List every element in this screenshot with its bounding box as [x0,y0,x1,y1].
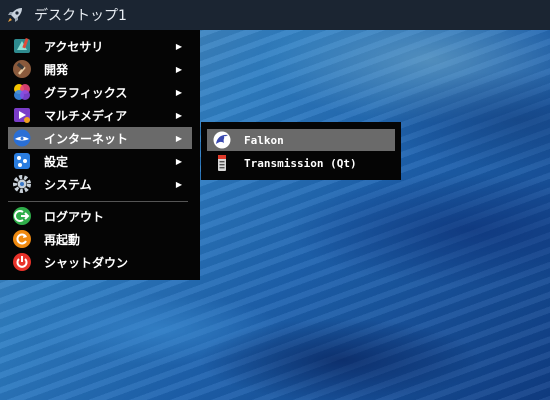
rocket-icon[interactable] [0,0,30,30]
submenu-item-transmission[interactable]: Transmission (Qt) [207,152,395,174]
menu-item-label: シャットダウン [44,255,129,270]
menu-separator [8,201,188,202]
menu-item-label: 開発 [44,62,69,77]
accessories-icon [12,36,32,56]
restart-button[interactable]: 再起動 [8,228,192,250]
hammer-icon [12,59,32,79]
menu-item-label: ログアウト [44,209,105,224]
submenu-arrow-icon: ▶ [175,133,182,143]
internet-icon [12,128,32,148]
menu-item-label: インターネット [44,131,129,146]
submenu-item-falkon[interactable]: Falkon [207,129,395,151]
logout-button[interactable]: ログアウト [8,205,192,227]
application-menu: アクセサリ ▶ 開発 ▶ グラフィックス ▶ マルチメディア ▶ インターネット… [0,30,200,280]
submenu-item-label: Transmission (Qt) [244,156,357,170]
submenu-item-label: Falkon [244,133,284,147]
menu-item-label: システム [44,177,92,192]
submenu-arrow-icon: ▶ [175,179,182,189]
taskbar: デスクトップ1 [0,0,550,30]
submenu-arrow-icon: ▶ [175,41,182,51]
falkon-icon [213,131,231,149]
submenu-arrow-icon: ▶ [175,110,182,120]
power-icon [12,252,32,272]
submenu-arrow-icon: ▶ [175,156,182,166]
menu-item-label: 設定 [44,154,69,169]
menu-item-multimedia[interactable]: マルチメディア ▶ [8,104,192,126]
menu-item-label: アクセサリ [44,39,104,54]
transmission-icon [213,154,231,172]
logout-icon [12,206,32,226]
system-gear-icon [12,174,32,194]
graphics-icon [12,82,32,102]
menu-item-internet[interactable]: インターネット ▶ [8,127,192,149]
settings-icon [12,151,32,171]
menu-item-system[interactable]: システム ▶ [8,173,192,195]
submenu-arrow-icon: ▶ [175,87,182,97]
submenu-arrow-icon: ▶ [175,64,182,74]
desktop-label[interactable]: デスクトップ1 [34,5,127,25]
menu-item-label: マルチメディア [44,108,128,123]
menu-item-development[interactable]: 開発 ▶ [8,58,192,80]
shutdown-button[interactable]: シャットダウン [8,251,192,273]
menu-item-label: グラフィックス [44,85,128,100]
menu-item-settings[interactable]: 設定 ▶ [8,150,192,172]
restart-icon [12,229,32,249]
internet-submenu: Falkon Transmission (Qt) [201,122,401,180]
menu-item-label: 再起動 [44,232,81,247]
menu-item-accessories[interactable]: アクセサリ ▶ [8,35,192,57]
multimedia-icon [12,105,32,125]
menu-item-graphics[interactable]: グラフィックス ▶ [8,81,192,103]
